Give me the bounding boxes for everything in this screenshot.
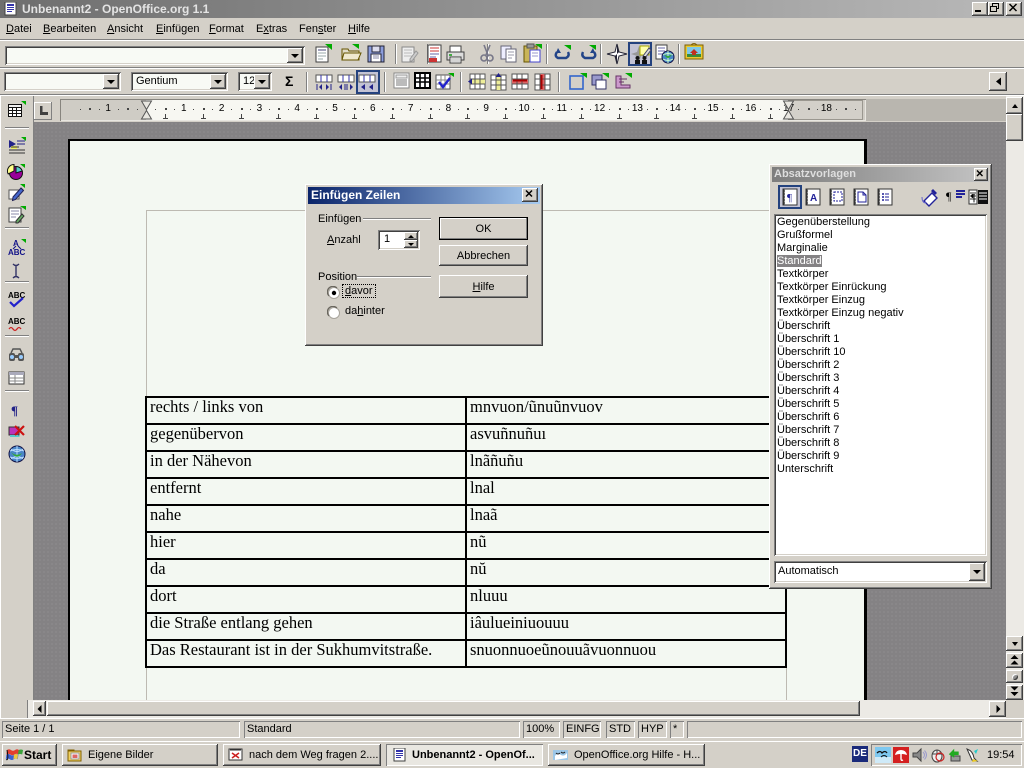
svg-text:¶: ¶	[971, 193, 976, 204]
svg-text:¶: ¶	[946, 189, 952, 203]
svg-text:¶: ¶	[787, 192, 792, 204]
svg-text:A: A	[810, 193, 817, 204]
svg-text:ABC: ABC	[8, 248, 26, 257]
svg-text:¶: ¶	[11, 403, 18, 418]
svg-text:ABC: ABC	[8, 317, 26, 326]
